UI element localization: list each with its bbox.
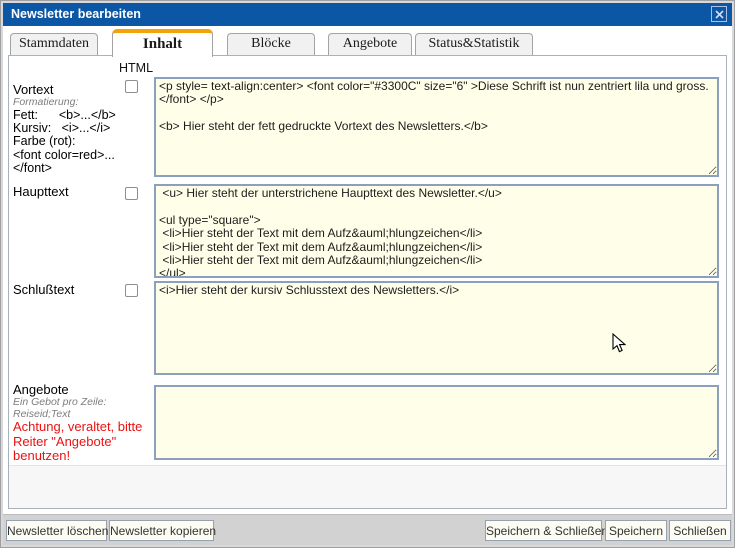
tab-angebote[interactable]: Angebote xyxy=(328,33,412,55)
format-hint-font-open: <font color=red>... xyxy=(13,149,151,162)
copy-newsletter-button[interactable]: Newsletter kopieren xyxy=(109,520,214,541)
html-column-header: HTML xyxy=(119,61,153,75)
vortext-textarea[interactable]: <p style= text-align:center> <font color… xyxy=(154,77,719,177)
vortext-hint-title: Formatierung: xyxy=(13,97,151,109)
angebote-hint-line1: Ein Gebot pro Zeile: xyxy=(13,397,151,409)
tab-inhalt[interactable]: Inhalt xyxy=(112,29,213,57)
haupttext-html-checkbox[interactable] xyxy=(125,187,138,200)
angebote-warning-line1: Achtung, veraltet, bitte xyxy=(13,420,151,435)
schlusstext-html-checkbox[interactable] xyxy=(125,284,138,297)
schlusstext-textarea[interactable]: <i>Hier steht der kursiv Schlusstext des… xyxy=(154,281,719,375)
vortext-label-block: Vortext Formatierung: Fett: <b>...</b> K… xyxy=(13,82,151,176)
save-button[interactable]: Speichern xyxy=(605,520,667,541)
format-hint-color-label: Farbe (rot): xyxy=(13,135,151,148)
angebote-warning-line2: Reiter "Angebote" xyxy=(13,435,151,450)
tab-status-statistik[interactable]: Status&Statistik xyxy=(415,33,533,55)
tab-bloecke[interactable]: Blöcke xyxy=(227,33,315,55)
angebote-textarea[interactable] xyxy=(154,385,719,460)
panel-bottom-strip xyxy=(9,465,726,508)
haupttext-textarea[interactable]: <u> Hier steht der unterstrichene Hauptt… xyxy=(154,184,719,278)
dialog-footer: Newsletter löschen Newsletter kopieren S… xyxy=(2,514,733,546)
vortext-html-checkbox[interactable] xyxy=(125,80,138,93)
angebote-label-block: Angebote Ein Gebot pro Zeile: Reiseid;Te… xyxy=(13,382,151,464)
format-hint-italic: Kursiv: <i>...</i> xyxy=(13,122,151,135)
dialog-titlebar: Newsletter bearbeiten xyxy=(2,2,733,26)
tab-stammdaten[interactable]: Stammdaten xyxy=(10,33,98,55)
content-panel: HTML Vortext Formatierung: Fett: <b>...<… xyxy=(8,55,727,509)
save-and-close-button[interactable]: Speichern & Schließen xyxy=(485,520,602,541)
dialog-title: Newsletter bearbeiten xyxy=(11,7,141,21)
newsletter-edit-dialog: { "window": { "title": "Newsletter bearb… xyxy=(0,0,735,548)
angebote-label: Angebote xyxy=(13,382,151,397)
format-hint-font-close: </font> xyxy=(13,162,151,175)
close-icon[interactable] xyxy=(711,6,727,22)
close-x-glyph xyxy=(715,10,724,19)
delete-newsletter-button[interactable]: Newsletter löschen xyxy=(6,520,107,541)
format-hint-bold: Fett: <b>...</b> xyxy=(13,109,151,122)
angebote-warning-line3: benutzen! xyxy=(13,449,151,464)
close-dialog-button[interactable]: Schließen xyxy=(669,520,731,541)
